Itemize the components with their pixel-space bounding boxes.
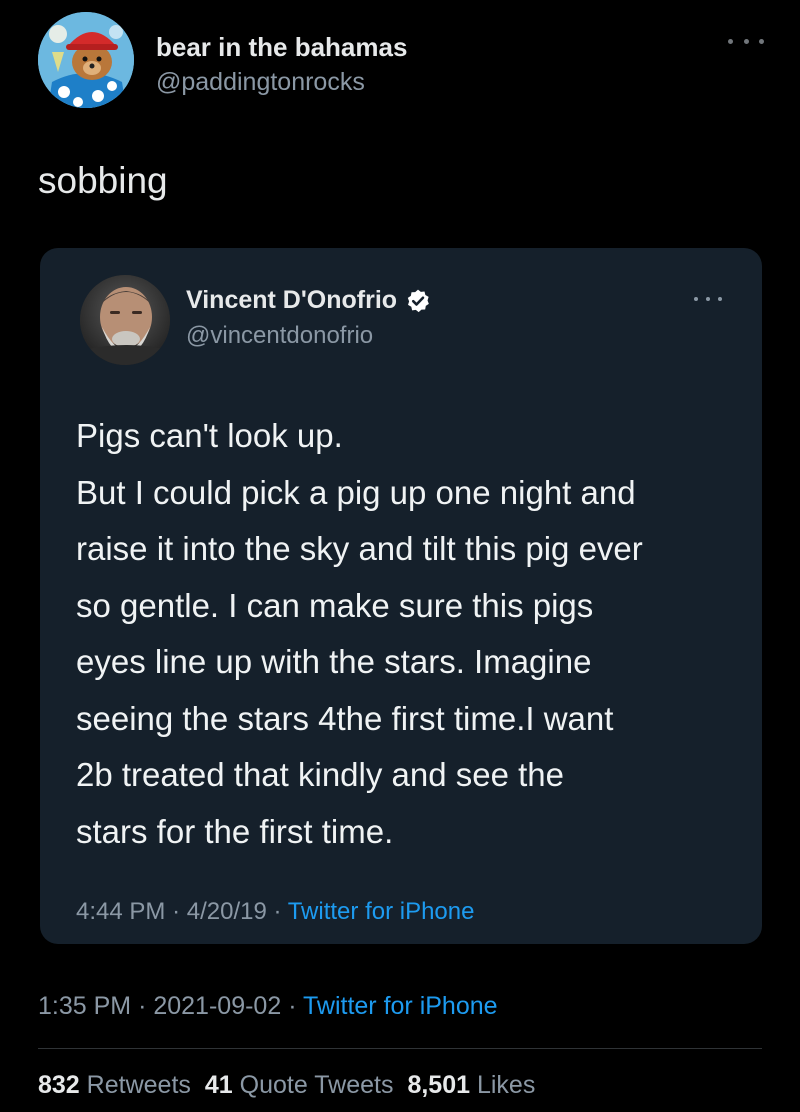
quoted-tweet-source-link[interactable]: Twitter for iPhone	[288, 898, 475, 925]
quoted-tweet-time[interactable]: 4:44 PM	[76, 898, 165, 925]
quoted-text-line: seeing the stars 4the first time.I want	[76, 699, 614, 737]
verified-badge-icon	[405, 288, 431, 314]
meta-separator: ·	[138, 992, 154, 1020]
author-name[interactable]: bear in the bahamas	[156, 32, 407, 63]
quoted-text-line: 2b treated that kindly and see the	[76, 756, 565, 793]
retweets-label: Retweets	[86, 1071, 191, 1099]
likes-count: 8,501	[407, 1071, 471, 1099]
retweets-count: 832	[38, 1071, 80, 1099]
engagement-stats: 832 Retweets 41 Quote Tweets 8,501 Likes	[38, 1071, 535, 1100]
quoted-author-name[interactable]: Vincent D'Onofrio	[186, 286, 431, 315]
meta-separator: ·	[288, 992, 304, 1020]
quoted-text-line: so gentle. I can make sure this pigs	[76, 586, 594, 624]
quoted-tweet-meta: 4:44 PM · 4/20/19 · Twitter for iPhone	[76, 898, 474, 926]
tweet-text: sobbing	[38, 160, 168, 201]
quoted-tweet-date[interactable]: 4/20/19	[187, 898, 267, 925]
quoted-author-name-label: Vincent D'Onofrio	[186, 286, 398, 314]
quote-tweets-count: 41	[204, 1071, 233, 1099]
quoted-text-line: raise it into the sky and tilt this pig …	[76, 530, 643, 567]
tweet-meta: 1:35 PM · 2021-09-02 · Twitter for iPhon…	[38, 992, 498, 1021]
quoted-tweet-text: Pigs can't look up. But I could pick a p…	[76, 408, 746, 860]
meta-separator: ·	[273, 898, 288, 925]
tweet-time[interactable]: 1:35 PM	[38, 992, 131, 1020]
retweets-stat[interactable]: 832 Retweets	[38, 1071, 191, 1099]
tweet-detail: bear in the bahamas @paddingtonrocks sob…	[0, 0, 800, 1112]
quoted-text-line: Pigs can't look up.	[76, 417, 343, 454]
tweet-date[interactable]: 2021-09-02	[153, 992, 281, 1020]
quote-tweets-label: Quote Tweets	[239, 1071, 394, 1099]
tweet-source-link[interactable]: Twitter for iPhone	[303, 992, 498, 1020]
portrait-avatar-icon[interactable]	[80, 275, 170, 365]
quote-tweets-stat[interactable]: 41 Quote Tweets	[205, 1071, 394, 1099]
more-options-icon[interactable]	[728, 30, 764, 52]
quoted-text-line: But I could pick a pig up one night and	[76, 473, 636, 511]
quoted-tweet-card[interactable]: Vincent D'Onofrio @vincentdonofrio Pigs …	[40, 248, 762, 944]
quoted-text-line: eyes line up with the stars. Imagine	[76, 643, 592, 680]
bear-avatar-icon[interactable]	[38, 12, 134, 108]
quoted-more-options-icon[interactable]	[694, 294, 722, 304]
quoted-author-handle[interactable]: @vincentdonofrio	[186, 322, 373, 350]
author-handle[interactable]: @paddingtonrocks	[156, 68, 365, 97]
likes-label: Likes	[476, 1071, 536, 1099]
quoted-text-line: stars for the first time.	[76, 812, 394, 850]
meta-separator: ·	[172, 898, 187, 925]
divider	[38, 1048, 762, 1049]
likes-stat[interactable]: 8,501 Likes	[407, 1071, 535, 1099]
